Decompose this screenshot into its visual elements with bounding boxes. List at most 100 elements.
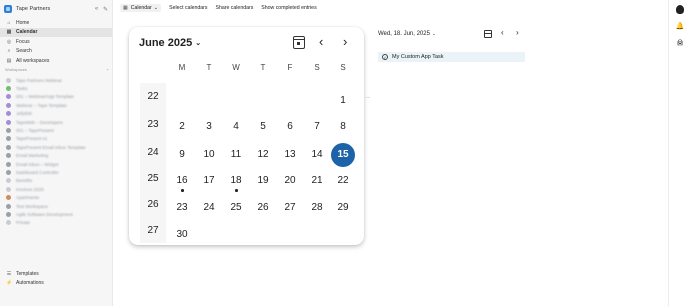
calendar-day[interactable]: 21: [305, 169, 329, 193]
sidebar-item-focus[interactable]: ◎ Focus: [0, 37, 112, 47]
sidebar-item-search[interactable]: ⌕ Search: [0, 47, 112, 57]
sidebar-item-all-workspaces[interactable]: ▤ All workspaces: [0, 56, 112, 66]
chevron-down-icon: ⌄: [431, 31, 436, 36]
avatar[interactable]: [676, 5, 684, 14]
workspace-item[interactable]: Invoices 2025: [0, 185, 112, 193]
calendar-day[interactable]: 9: [170, 143, 194, 167]
workspace-item[interactable]: 001 – TapePresent: [0, 126, 112, 134]
prev-day-icon[interactable]: ‹: [501, 28, 504, 37]
calendar-day[interactable]: 5: [251, 115, 275, 139]
calendar-day[interactable]: 17: [197, 169, 221, 193]
workspace-item[interactable]: Tasks: [0, 84, 112, 92]
divider: [364, 97, 370, 98]
prev-month-icon[interactable]: ‹: [319, 34, 323, 49]
calendar-day[interactable]: 10: [197, 143, 221, 167]
calendar-day[interactable]: 7: [305, 115, 329, 139]
next-month-icon[interactable]: ›: [343, 34, 347, 49]
calendar-day[interactable]: 1: [331, 89, 355, 113]
workspace-item[interactable]: Test Workspace: [0, 202, 112, 210]
workspace-name: Private: [16, 220, 31, 226]
day-number: 16: [176, 175, 188, 186]
calendar-day[interactable]: 2: [170, 115, 194, 139]
add-workspace-icon[interactable]: +: [107, 67, 109, 72]
month-selector[interactable]: June 2025 ⌄: [139, 37, 201, 49]
calendar-day[interactable]: 23: [170, 196, 194, 220]
workspace-icon: [6, 211, 11, 217]
day-number: 22: [337, 175, 349, 186]
calendar-day[interactable]: 29: [331, 196, 355, 220]
today-calendar-icon[interactable]: [293, 36, 305, 49]
sidebar-item-automations[interactable]: ⚡ Automations: [0, 279, 112, 289]
calendar-day[interactable]: 11: [224, 143, 248, 167]
collapse-sidebar-icon[interactable]: «: [92, 6, 101, 12]
sidebar-item-label: Focus: [16, 38, 30, 45]
calendar-day[interactable]: 30: [170, 223, 194, 247]
workspace-name: TapePresent Email Inbox Template: [16, 144, 86, 150]
sidebar-header: Tape Partners « ✎: [4, 3, 110, 15]
day-number: 15: [337, 149, 349, 160]
workspace-switcher[interactable]: Tape Partners: [16, 6, 92, 12]
mail-icon[interactable]: ✉: [674, 40, 686, 48]
calendar-day[interactable]: 25: [224, 196, 248, 220]
select-calendars-button[interactable]: Select calendars: [169, 5, 207, 11]
bell-icon[interactable]: 🔔: [674, 22, 686, 30]
calendar-day[interactable]: 20: [278, 169, 302, 193]
calendar-day[interactable]: 28: [305, 196, 329, 220]
week-number: 25: [147, 173, 159, 184]
day-number: 20: [284, 175, 296, 186]
workspace-item[interactable]: Webinar – Tape Template: [0, 101, 112, 109]
workspace-item[interactable]: TapePresent Email Inbox Template: [0, 143, 112, 151]
task-title: My Custom App Task: [392, 54, 444, 60]
weekday-label: M: [178, 63, 186, 72]
calendar-day[interactable]: 27: [278, 196, 302, 220]
workspace-item[interactable]: Dashboard Controller: [0, 168, 112, 176]
calendar-day[interactable]: 24: [197, 196, 221, 220]
workspace-item[interactable]: Apartments: [0, 193, 112, 201]
calendar-day[interactable]: 3: [197, 115, 221, 139]
show-completed-button[interactable]: Show completed entries: [261, 5, 316, 11]
workspace-item[interactable]: Tape Partners Webinar: [0, 76, 112, 84]
weekday-label: T: [206, 63, 212, 72]
sidebar-item-calendar[interactable]: ▦ Calendar: [0, 27, 112, 37]
calendar-day[interactable]: 16: [170, 169, 194, 193]
day-number: 21: [311, 175, 323, 186]
workspace-item[interactable]: Private: [0, 219, 112, 227]
workspace-item[interactable]: 001 – Webinar/App Template: [0, 93, 112, 101]
workspace-name: TapeWeb – Developers: [16, 119, 63, 125]
task-item[interactable]: ✓ My Custom App Task: [378, 52, 525, 62]
sidebar-item-home[interactable]: ⌂ Home: [0, 18, 112, 28]
sidebar-nav: ⌂ Home ▦ Calendar ◎ Focus ⌕ Search ▤ All workspac…: [0, 18, 112, 66]
workspace-item[interactable]: Email Marketing: [0, 152, 112, 160]
workspace-name: TapePresent v1: [16, 136, 48, 142]
workspace-item[interactable]: Benefits: [0, 177, 112, 185]
sidebar-item-templates[interactable]: ☰ Templates: [0, 269, 112, 279]
calendar-day[interactable]: 22: [331, 169, 355, 193]
day-number: 29: [337, 202, 349, 213]
workspace-item[interactable]: Email Inbox – Widget: [0, 160, 112, 168]
workspace-item[interactable]: Agile Software Development: [0, 210, 112, 218]
today-calendar-icon[interactable]: [484, 30, 492, 38]
calendar-day[interactable]: 8: [331, 115, 355, 139]
new-item-icon[interactable]: ✎: [101, 6, 110, 13]
next-day-icon[interactable]: ›: [516, 28, 519, 37]
nav-icon: ⌂: [7, 19, 11, 26]
calendar-day[interactable]: 4: [224, 115, 248, 139]
calendar-day[interactable]: 6: [278, 115, 302, 139]
calendar-day[interactable]: 13: [278, 143, 302, 167]
day-date-selector[interactable]: Wed, 18. Jun, 2025 ⌄: [378, 31, 436, 37]
calendar-day[interactable]: 18: [224, 169, 248, 193]
workspace-item[interactable]: TapePresent v1: [0, 135, 112, 143]
calendar-day[interactable]: 19: [251, 169, 275, 193]
workspace-item[interactable]: Jellyfish: [0, 110, 112, 118]
workspace-icon: [6, 153, 11, 159]
calendar-day[interactable]: 14: [305, 143, 329, 167]
selected-day[interactable]: 15: [331, 143, 355, 167]
calendar-day[interactable]: 26: [251, 196, 275, 220]
calendar-dropdown[interactable]: ▦ Calendar ⌄: [120, 4, 162, 12]
workspace-name: Jellyfish: [16, 111, 33, 117]
day-number: 2: [179, 121, 185, 132]
check-circle-icon[interactable]: ✓: [382, 54, 388, 60]
share-calendars-button[interactable]: Share calendars: [216, 5, 254, 11]
workspace-item[interactable]: TapeWeb – Developers: [0, 118, 112, 126]
calendar-day[interactable]: 12: [251, 143, 275, 167]
